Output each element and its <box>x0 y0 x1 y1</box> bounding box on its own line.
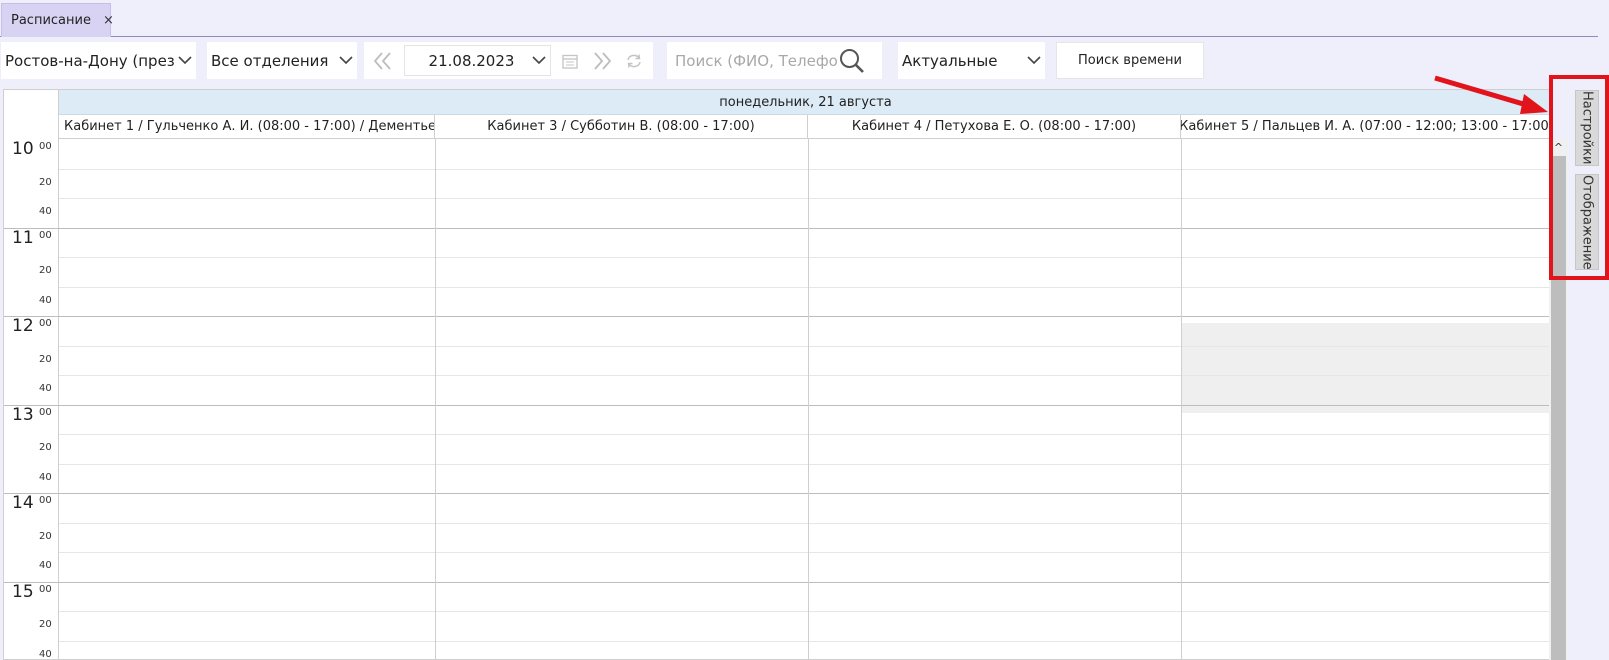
time-minutes: 20 <box>39 265 52 276</box>
chevron-down-icon[interactable] <box>528 42 550 79</box>
time-minutes: 00 <box>39 407 52 418</box>
time-label: 15 00 <box>4 582 59 612</box>
time-hour: 12 <box>12 316 34 336</box>
time-label: 20 <box>4 611 59 641</box>
branch-select-value: Ростов-на-Дону (презен <box>5 51 174 70</box>
date-header: понедельник, 21 августа <box>59 90 1550 115</box>
grid-line <box>59 346 1550 347</box>
time-label: 11 00 <box>4 228 59 258</box>
time-label: 20 <box>4 169 59 199</box>
grid-line <box>59 375 1550 376</box>
time-minutes: 40 <box>39 383 52 394</box>
grid-line <box>4 316 1550 317</box>
time-minutes: 20 <box>39 177 52 188</box>
calendar-icon[interactable] <box>558 42 582 79</box>
department-select[interactable]: Все отделения <box>207 42 357 79</box>
column-header-cabinet-3[interactable]: Кабинет 3 / Субботин В. (08:00 - 17:00) <box>435 115 808 139</box>
chevron-down-icon <box>335 42 357 79</box>
time-label: 40 <box>4 464 59 494</box>
time-label: 14 00 <box>4 493 59 523</box>
time-minutes: 00 <box>39 141 52 152</box>
column-divider <box>435 139 436 659</box>
time-minutes: 40 <box>39 472 52 483</box>
tab-schedule-label: Расписание <box>11 13 91 28</box>
grid-line <box>59 611 1550 612</box>
time-label: 13 00 <box>4 405 59 435</box>
time-label: 40 <box>4 641 59 660</box>
close-icon[interactable]: × <box>103 13 114 28</box>
tab-strip: Расписание × <box>0 0 1598 37</box>
time-label: 20 <box>4 434 59 464</box>
double-chevron-right-icon[interactable] <box>589 42 615 79</box>
time-label: 10 00 <box>4 139 59 169</box>
time-minutes: 20 <box>39 442 52 453</box>
refresh-icon[interactable] <box>622 42 646 79</box>
chevron-down-icon <box>174 42 196 79</box>
grid-line <box>4 582 1550 583</box>
time-hour: 13 <box>12 405 34 425</box>
grid-line <box>59 523 1550 524</box>
search-icon[interactable] <box>839 48 865 74</box>
grid-line <box>59 464 1550 465</box>
grid-line <box>4 405 1550 406</box>
date-navigation: 21.08.2023 <box>364 42 653 79</box>
grid-line <box>59 257 1550 258</box>
grid-line <box>4 228 1550 229</box>
grid-line <box>59 434 1550 435</box>
time-minutes: 00 <box>39 318 52 329</box>
time-minutes: 40 <box>39 295 52 306</box>
annotation-arrow <box>1434 75 1548 114</box>
department-select-value: Все отделения <box>211 51 329 70</box>
grid-line <box>59 641 1550 642</box>
time-minutes: 00 <box>39 495 52 506</box>
column-header-cabinet-1[interactable]: Кабинет 1 / Гульченко А. И. (08:00 - 17:… <box>59 115 435 139</box>
time-label: 12 00 <box>4 316 59 346</box>
find-time-button[interactable]: Поиск времени <box>1056 42 1204 79</box>
time-gutter: 10 00 20 40 11 00 20 40 12 00 20 40 13 00 20 40 14 00 20 40… <box>4 90 59 659</box>
grid-line <box>59 552 1550 553</box>
column-header-cabinet-4[interactable]: Кабинет 4 / Петухова Е. О. (08:00 - 17:0… <box>808 115 1181 139</box>
time-label: 40 <box>4 287 59 317</box>
time-hour: 11 <box>12 228 34 248</box>
column-divider <box>808 139 809 659</box>
time-label: 20 <box>4 346 59 376</box>
column-divider <box>1181 139 1182 659</box>
branch-select[interactable]: Ростов-на-Дону (презен <box>1 42 196 79</box>
grid-line <box>4 493 1550 494</box>
tab-schedule[interactable]: Расписание × <box>1 3 114 37</box>
time-hour: 14 <box>12 493 34 513</box>
unavailable-slot <box>1181 323 1550 413</box>
time-minutes: 20 <box>39 354 52 365</box>
time-label: 40 <box>4 198 59 228</box>
status-select-value: Актуальные <box>902 51 998 70</box>
grid-line <box>59 198 1550 199</box>
schedule-calendar: 10 00 20 40 11 00 20 40 12 00 20 40 13 00 20 40 14 00 20 40… <box>3 89 1551 660</box>
grid-line <box>59 287 1550 288</box>
double-chevron-left-icon[interactable] <box>370 42 396 79</box>
search-input[interactable] <box>667 51 839 70</box>
search-box[interactable] <box>667 42 882 79</box>
date-value: 21.08.2023 <box>428 51 515 70</box>
time-minutes: 40 <box>39 560 52 571</box>
time-hour: 15 <box>12 582 34 602</box>
time-minutes: 00 <box>39 584 52 595</box>
time-minutes: 00 <box>39 230 52 241</box>
time-label: 20 <box>4 523 59 553</box>
grid-line <box>59 169 1550 170</box>
time-minutes: 20 <box>39 619 52 630</box>
time-minutes: 40 <box>39 649 52 660</box>
chevron-down-icon <box>1023 42 1045 79</box>
time-label: 40 <box>4 552 59 582</box>
time-minutes: 20 <box>39 531 52 542</box>
time-minutes: 40 <box>39 206 52 217</box>
date-picker[interactable]: 21.08.2023 <box>404 45 551 76</box>
time-hour: 10 <box>12 139 34 159</box>
time-label: 40 <box>4 375 59 405</box>
status-select[interactable]: Актуальные <box>898 42 1045 79</box>
time-label: 20 <box>4 257 59 287</box>
